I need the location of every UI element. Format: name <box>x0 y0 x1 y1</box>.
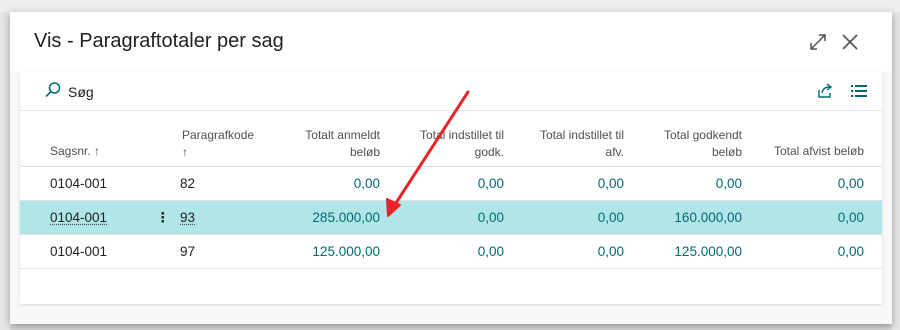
table-header: Sagsnr. ↑ Paragrafkode ↑ Totalt anmeldt … <box>20 110 882 167</box>
cell-godkendt[interactable]: 125.000,00 <box>634 235 742 268</box>
cell-anmeldt[interactable]: 285.000,00 <box>270 201 380 234</box>
dialog-content: Søg Sagsnr. ↑ Paragrafkode ↑ Totalt anme… <box>10 72 892 324</box>
list-view-icon[interactable] <box>850 82 868 100</box>
cell-indstillet-afv[interactable]: 0,00 <box>514 235 624 268</box>
background-right-edge <box>892 12 900 330</box>
cell-afvist[interactable]: 0,00 <box>752 201 864 234</box>
table-row-selected[interactable]: 0104-001 ⋮ 93 285.000,00 0,00 0,00 160.0… <box>20 201 882 235</box>
background-left-edge <box>0 12 10 330</box>
column-header-label: beløb <box>349 145 380 159</box>
dialog-title: Vis - Paragraftotaler per sag <box>34 30 284 52</box>
data-grid: Sagsnr. ↑ Paragrafkode ↑ Totalt anmeldt … <box>20 110 882 269</box>
cell-afvist[interactable]: 0,00 <box>752 235 864 268</box>
column-header-label: godk. <box>474 145 504 159</box>
search-label: Søg <box>68 84 94 100</box>
cell-godkendt[interactable]: 160.000,00 <box>634 201 742 234</box>
column-header-label: Total indstillet til <box>419 128 504 142</box>
column-header-label: beløb <box>711 145 742 159</box>
cell-paragrafkode[interactable]: 93 <box>180 201 270 234</box>
cell-paragrafkode[interactable]: 97 <box>180 235 270 268</box>
cell-indstillet-afv[interactable]: 0,00 <box>514 201 624 234</box>
background-window <box>0 0 900 12</box>
column-header-label: afv. <box>605 145 624 159</box>
share-icon[interactable] <box>816 82 834 100</box>
cell-indstillet-godk[interactable]: 0,00 <box>390 201 504 234</box>
column-header-label: Paragrafkode <box>182 128 255 142</box>
cell-indstillet-godk[interactable]: 0,00 <box>390 167 504 200</box>
expand-icon[interactable] <box>806 30 830 54</box>
column-header-label: Totalt anmeldt <box>305 128 380 142</box>
search-icon <box>44 81 62 104</box>
column-header-sagsnr[interactable]: Sagsnr. ↑ <box>50 143 100 160</box>
column-header-label: Total indstillet til <box>539 128 624 142</box>
cell-paragrafkode[interactable]: 82 <box>180 167 270 200</box>
table-row[interactable]: 0104-001 82 0,00 0,00 0,00 0,00 0,00 <box>20 167 882 201</box>
cell-indstillet-afv[interactable]: 0,00 <box>514 167 624 200</box>
cell-godkendt[interactable]: 0,00 <box>634 167 742 200</box>
dialog: Vis - Paragraftotaler per sag Søg Sagsnr… <box>10 12 892 324</box>
cell-sagsnr[interactable]: 0104-001 <box>50 235 170 268</box>
search-button[interactable]: Søg <box>44 80 94 104</box>
table-row[interactable]: 0104-001 97 125.000,00 0,00 0,00 125.000… <box>20 235 882 269</box>
column-header-godkendt[interactable]: Total godkendt beløb <box>634 127 742 161</box>
cell-sagsnr[interactable]: 0104-001 <box>50 201 170 234</box>
cell-sagsnr[interactable]: 0104-001 <box>50 167 170 200</box>
column-header-anmeldt[interactable]: Totalt anmeldt beløb <box>270 127 380 161</box>
close-icon[interactable] <box>838 30 862 54</box>
column-header-indstillet-godk[interactable]: Total indstillet til godk. <box>390 127 504 161</box>
column-header-label: Total godkendt <box>663 128 742 142</box>
list-toolbar: Søg <box>20 72 882 111</box>
sort-arrow: ↑ <box>182 145 188 159</box>
list-card: Søg Sagsnr. ↑ Paragrafkode ↑ Totalt anme… <box>20 72 882 304</box>
row-actions-icon[interactable]: ⋮ <box>156 201 170 234</box>
cell-anmeldt[interactable]: 125.000,00 <box>270 235 380 268</box>
cell-indstillet-godk[interactable]: 0,00 <box>390 235 504 268</box>
column-header-paragrafkode[interactable]: Paragrafkode ↑ <box>182 127 254 161</box>
cell-anmeldt[interactable]: 0,00 <box>270 167 380 200</box>
cell-afvist[interactable]: 0,00 <box>752 167 864 200</box>
column-header-afvist[interactable]: Total afvist beløb <box>752 143 864 160</box>
dialog-header: Vis - Paragraftotaler per sag <box>10 12 892 72</box>
column-header-indstillet-afv[interactable]: Total indstillet til afv. <box>514 127 624 161</box>
